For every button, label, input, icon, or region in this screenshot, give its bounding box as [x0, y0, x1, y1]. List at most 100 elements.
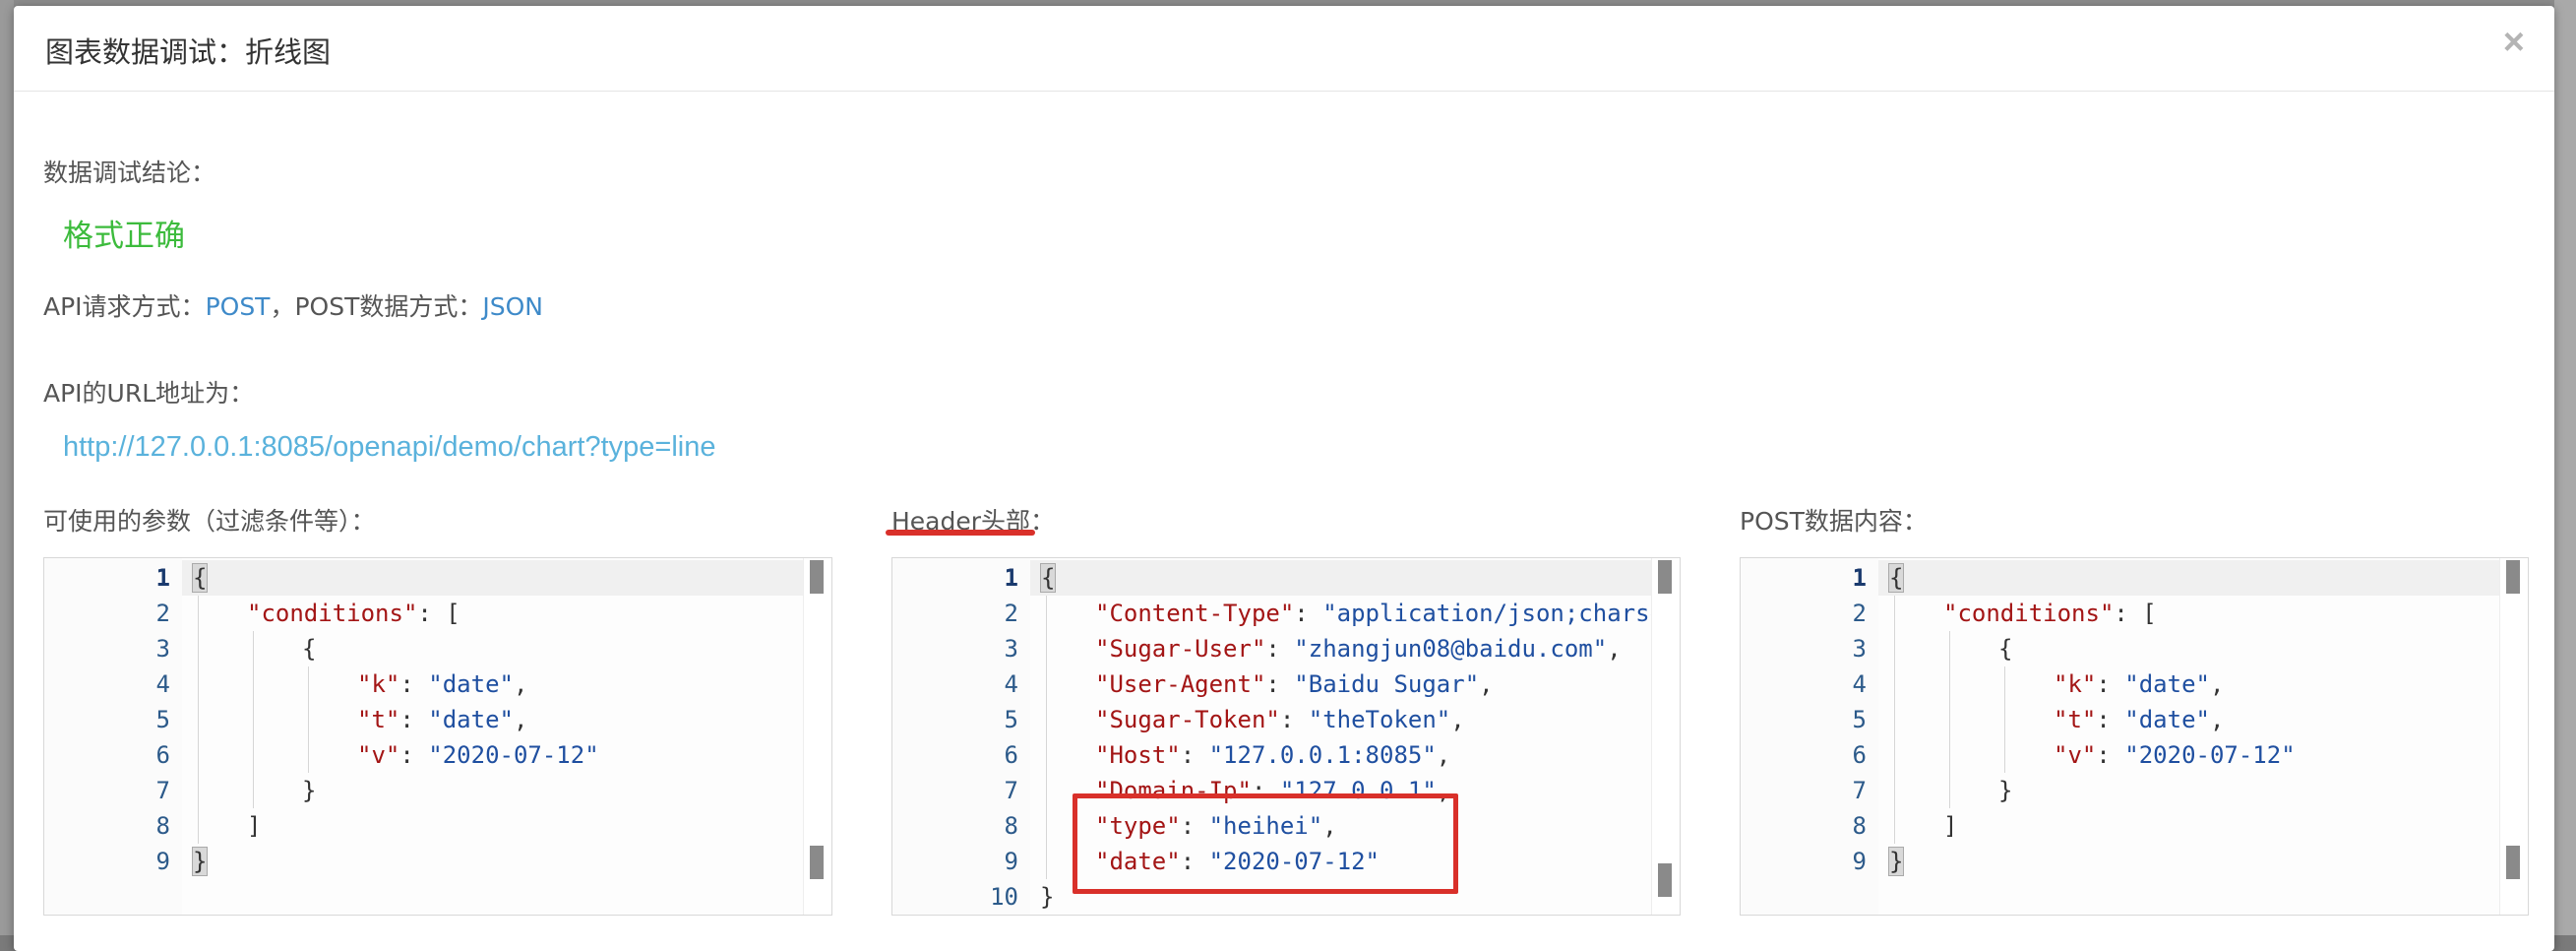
json-punctuation: { — [192, 563, 209, 593]
json-string: "date" — [2124, 670, 2210, 698]
line-number: 8 — [1852, 812, 1867, 840]
active-line-highlight — [1030, 560, 1652, 596]
json-string: "2020-07-12" — [428, 741, 599, 769]
json-punctuation: , — [2209, 706, 2225, 733]
json-punctuation: : [ — [417, 600, 460, 627]
line-number: 5 — [155, 706, 170, 733]
json-punctuation: ] — [1943, 812, 1958, 840]
json-punctuation: } — [1888, 847, 1905, 876]
code-line: "Sugar-User": "zhangjun08@baidu.com", — [1095, 631, 1622, 666]
json-key: "Host" — [1095, 741, 1181, 769]
close-icon[interactable]: × — [2503, 24, 2525, 61]
line-number: 9 — [1004, 848, 1018, 875]
line-number: 1 — [1004, 564, 1018, 592]
code-line: { — [1998, 631, 2012, 666]
line-number: 10 — [990, 883, 1018, 911]
line-number: 9 — [155, 848, 170, 875]
json-key: "t" — [2054, 706, 2097, 733]
scrollbar-thumb-bottom[interactable] — [1658, 863, 1672, 897]
code-line: } — [192, 844, 209, 879]
json-punctuation: , — [1607, 635, 1622, 663]
json-string: "application/json;charset= — [1322, 600, 1652, 627]
line-number-gutter: 1 2 3 4 5 6 7 8 9 — [1741, 558, 1878, 915]
code-line: "v": "2020-07-12" — [2054, 737, 2296, 773]
json-punctuation: { — [302, 635, 317, 663]
line-number-gutter: 1 2 3 4 5 6 7 8 9 — [44, 558, 182, 915]
json-punctuation: , — [1450, 706, 1465, 733]
scrollbar-thumb-top[interactable] — [2506, 560, 2520, 594]
json-key: "v" — [2054, 741, 2097, 769]
code-line: { — [192, 560, 209, 596]
line-number: 7 — [1852, 777, 1867, 804]
line-number: 4 — [155, 670, 170, 698]
json-key: "v" — [357, 741, 400, 769]
code-line: "Host": "127.0.0.1:8085", — [1095, 737, 1450, 773]
json-punctuation: , — [513, 706, 528, 733]
json-punctuation: : — [2096, 706, 2125, 733]
vertical-scrollbar[interactable] — [1651, 558, 1680, 915]
api-method-sep: ， — [270, 292, 295, 321]
json-key: "Content-Type" — [1095, 600, 1295, 627]
scrollbar-thumb-top[interactable] — [1658, 560, 1672, 594]
api-method-value: POST — [205, 292, 271, 321]
line-number: 2 — [1004, 600, 1018, 627]
api-url-label: API的URL地址为： — [43, 379, 255, 408]
line-number: 5 — [1852, 706, 1867, 733]
api-method-label: API请求方式： — [43, 292, 206, 321]
json-punctuation: : — [1265, 670, 1295, 698]
code-line: { — [1888, 560, 1905, 596]
json-punctuation: { — [1998, 635, 2013, 663]
indent-guide — [1949, 631, 1950, 808]
code-line: "t": "date", — [357, 702, 527, 737]
code-line: "Sugar-Token": "theToken", — [1095, 702, 1465, 737]
line-number: 7 — [1004, 777, 1018, 804]
json-string: "date" — [428, 706, 514, 733]
json-punctuation: , — [1436, 741, 1451, 769]
modal-header: 图表数据调试：折线图 × — [14, 6, 2554, 92]
post-type-label: POST数据方式： — [294, 292, 483, 321]
indent-guide — [308, 666, 309, 773]
line-number: 4 — [1852, 670, 1867, 698]
code-line: } — [302, 773, 316, 808]
line-number: 6 — [1004, 741, 1018, 769]
line-number: 6 — [1852, 741, 1867, 769]
json-punctuation: ] — [247, 812, 262, 840]
code-line: "v": "2020-07-12" — [357, 737, 599, 773]
line-number: 8 — [1004, 812, 1018, 840]
params-json-editor[interactable]: 123456789 {"conditions": [{"k": "date", "… — [43, 557, 832, 916]
code-line: "k": "date", — [2054, 666, 2224, 702]
post-json-editor[interactable]: 123456789 {"conditions": [{"k": "date", "… — [1740, 557, 2529, 916]
scrollbar-thumb-top[interactable] — [810, 560, 824, 594]
code-line: } — [1998, 773, 2012, 808]
scrollbar-thumb-bottom[interactable] — [2506, 846, 2520, 879]
modal-title: 图表数据调试：折线图 — [45, 35, 332, 69]
code-area[interactable]: {"conditions": [{"k": "date", "t": "date"… — [182, 558, 804, 915]
api-url-link[interactable]: http://127.0.0.1:8085/openapi/demo/chart… — [63, 431, 715, 464]
json-punctuation: : — [399, 741, 429, 769]
json-punctuation: : — [1279, 706, 1309, 733]
json-punctuation: : — [1180, 741, 1209, 769]
indent-guide — [1046, 596, 1047, 879]
api-method-row: API请求方式：POST，POST数据方式：JSON — [43, 287, 543, 323]
code-line: "conditions": [ — [247, 596, 460, 631]
json-punctuation: } — [1998, 777, 2013, 804]
scrollbar-thumb-bottom[interactable] — [810, 846, 824, 879]
json-string: "date" — [428, 670, 514, 698]
code-area[interactable]: {"conditions": [{"k": "date", "t": "date"… — [1878, 558, 2500, 915]
line-number: 3 — [1004, 635, 1018, 663]
annotation-highlight-box — [1073, 793, 1458, 894]
json-punctuation: } — [302, 777, 317, 804]
vertical-scrollbar[interactable] — [2499, 558, 2528, 915]
line-number: 5 — [1004, 706, 1018, 733]
code-line: { — [302, 631, 316, 666]
line-number: 9 — [1852, 848, 1867, 875]
params-panel-label: 可使用的参数（过滤条件等）： — [43, 507, 376, 536]
active-line-highlight — [1878, 560, 2500, 596]
code-line: "User-Agent": "Baidu Sugar", — [1095, 666, 1494, 702]
line-number: 4 — [1004, 670, 1018, 698]
line-number: 2 — [155, 600, 170, 627]
line-number: 7 — [155, 777, 170, 804]
json-string: "127.0.0.1:8085" — [1208, 741, 1437, 769]
vertical-scrollbar[interactable] — [803, 558, 831, 915]
json-punctuation: : [ — [2114, 600, 2157, 627]
